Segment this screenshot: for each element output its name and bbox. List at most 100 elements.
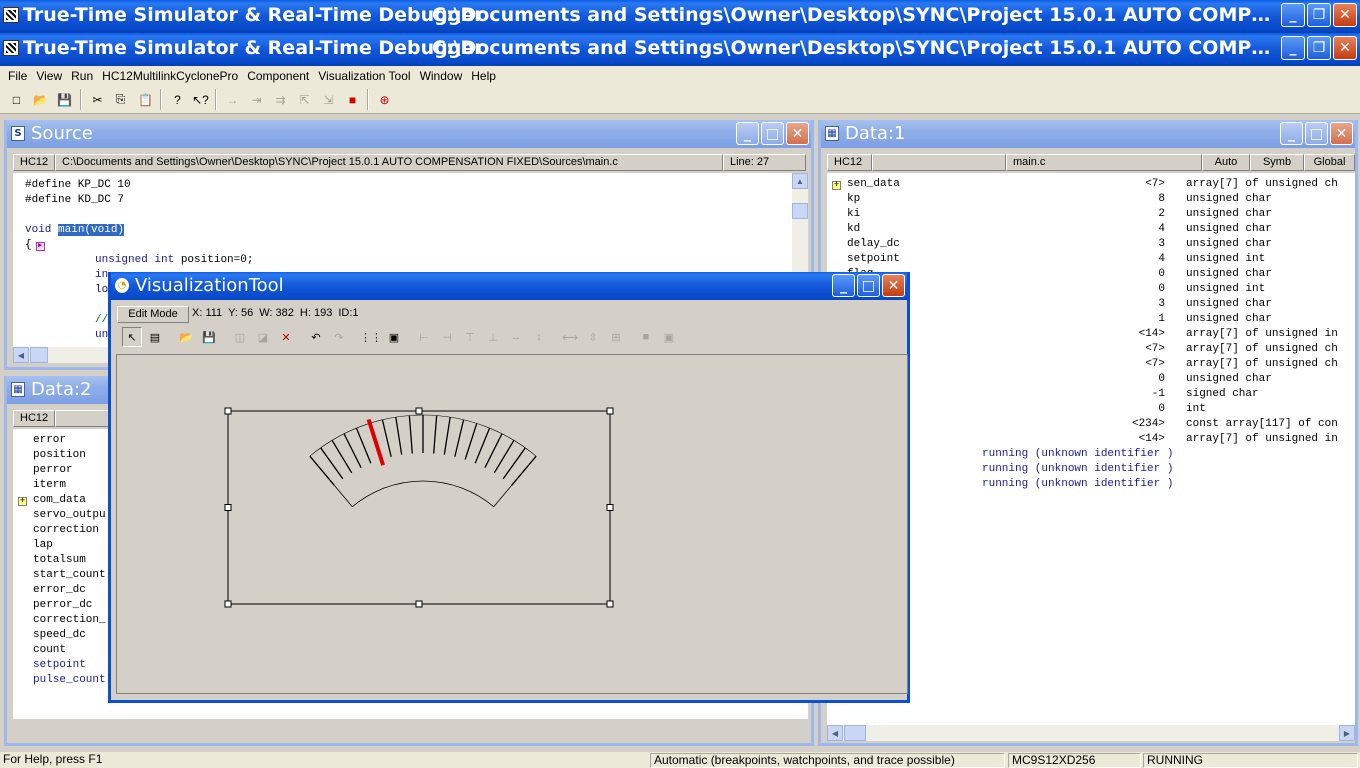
resize-handle[interactable]: [415, 407, 423, 415]
data1-variable-name[interactable]: sen_data: [847, 178, 900, 190]
data2-variable-row[interactable]: servo_outpu: [33, 509, 106, 521]
run-icon[interactable]: →: [222, 89, 243, 110]
paste-icon[interactable]: 📋: [135, 89, 156, 110]
maximize-button[interactable]: □: [857, 274, 880, 297]
single-step-icon[interactable]: ⇥: [246, 89, 267, 110]
align-top-icon[interactable]: ⊤: [460, 327, 480, 347]
minimize-button[interactable]: _: [1281, 3, 1305, 27]
center-h-icon[interactable]: ■: [636, 327, 656, 347]
scroll-thumb[interactable]: [792, 203, 808, 219]
delete-icon[interactable]: ✕: [276, 327, 296, 347]
redo-icon[interactable]: ↷: [329, 327, 349, 347]
data2-variable-row[interactable]: lap: [33, 539, 53, 551]
menu-hc12[interactable]: HC12MultilinkCyclonePro: [102, 69, 238, 83]
scroll-up-icon[interactable]: ▲: [792, 173, 808, 189]
data1-variable-name[interactable]: setpoint: [847, 253, 900, 265]
data2-variable-row[interactable]: perror: [33, 464, 73, 476]
data1-variable-name[interactable]: kd: [847, 223, 860, 235]
bring-front-icon[interactable]: ◫: [230, 327, 250, 347]
viz-title-bar[interactable]: ◔ VisualizationTool _ □ ✕: [111, 272, 907, 300]
reset-target-icon[interactable]: ⊛: [374, 89, 395, 110]
space-vertical-icon[interactable]: ↕: [529, 327, 549, 347]
menu-help[interactable]: Help: [471, 69, 496, 83]
same-height-icon[interactable]: ⇳: [583, 327, 603, 347]
copy-icon[interactable]: ⎘: [110, 89, 131, 110]
open-folder-icon[interactable]: 📂: [30, 89, 51, 110]
minimize-button[interactable]: _: [1280, 122, 1303, 145]
same-size-icon[interactable]: ⊞: [606, 327, 626, 347]
source-title-bar[interactable]: S Source _ □ ✕: [7, 120, 811, 148]
scroll-right-icon[interactable]: ▶: [1339, 725, 1355, 741]
data2-variable-row[interactable]: iterm: [33, 479, 66, 491]
scroll-thumb[interactable]: [844, 725, 866, 741]
data2-variable-row[interactable]: correction: [33, 524, 99, 536]
halt-icon[interactable]: ■: [342, 89, 363, 110]
maximize-button[interactable]: □: [1305, 122, 1328, 145]
grid-icon[interactable]: ⋮⋮: [360, 327, 382, 347]
app-title-bar[interactable]: True-Time Simulator & Real-Time Debugger…: [0, 0, 1360, 33]
data2-variable-row[interactable]: setpoint: [33, 659, 86, 671]
assembly-step-icon[interactable]: ⇲: [318, 89, 339, 110]
close-button[interactable]: ✕: [1333, 3, 1357, 27]
data2-variable-row[interactable]: start_count: [33, 569, 106, 581]
menu-view[interactable]: View: [36, 69, 62, 83]
new-file-icon[interactable]: □: [6, 89, 27, 110]
scroll-thumb[interactable]: [30, 347, 48, 363]
save-icon[interactable]: 💾: [54, 89, 75, 110]
data2-variable-row[interactable]: position: [33, 449, 86, 461]
breakpoint-marker-icon[interactable]: ▶: [35, 242, 45, 251]
data2-variable-row[interactable]: speed_dc: [33, 629, 86, 641]
undo-icon[interactable]: ↶: [306, 327, 326, 347]
restore-button[interactable]: ❐: [1307, 3, 1331, 27]
resize-handle[interactable]: [606, 504, 614, 511]
menu-run[interactable]: Run: [71, 69, 93, 83]
data2-variable-row[interactable]: correction_: [33, 614, 106, 626]
close-button[interactable]: ✕: [1330, 122, 1353, 145]
scroll-left-icon[interactable]: ◀: [827, 725, 843, 741]
select-pointer-icon[interactable]: ↖: [122, 327, 142, 347]
data1-variable-name[interactable]: ki: [847, 208, 860, 220]
selection-handles[interactable]: [224, 407, 614, 608]
save-icon[interactable]: 💾: [199, 327, 219, 347]
data1-format-symb[interactable]: Symb: [1250, 154, 1304, 171]
send-back-icon[interactable]: ◪: [253, 327, 273, 347]
restore-button[interactable]: ❐: [1307, 36, 1331, 60]
data2-variable-row[interactable]: perror_dc: [33, 599, 92, 611]
viz-edit-mode[interactable]: Edit Mode: [117, 306, 189, 323]
same-width-icon[interactable]: ⟷: [560, 327, 580, 347]
minimize-button[interactable]: _: [1281, 36, 1305, 60]
space-horizontal-icon[interactable]: ↔: [506, 327, 526, 347]
help-icon[interactable]: ?: [167, 89, 188, 110]
close-button[interactable]: ✕: [1333, 36, 1357, 60]
resize-handle[interactable]: [224, 600, 232, 608]
data2-variable-row[interactable]: count: [33, 644, 66, 656]
open-folder-icon[interactable]: 📂: [176, 327, 196, 347]
menu-window[interactable]: Window: [420, 69, 463, 83]
data2-variable-row[interactable]: totalsum: [33, 554, 86, 566]
resize-handle[interactable]: [415, 600, 423, 608]
data2-variable-row[interactable]: pulse_count: [33, 674, 106, 686]
center-v-icon[interactable]: ▣: [659, 327, 679, 347]
data1-mode-auto[interactable]: Auto: [1202, 154, 1250, 171]
align-left-icon[interactable]: ⊢: [414, 327, 434, 347]
cut-icon[interactable]: ✂: [87, 89, 108, 110]
resize-handle[interactable]: [224, 504, 232, 511]
data1-scope-global[interactable]: Global: [1304, 154, 1355, 171]
data1-title-bar[interactable]: ▦ Data:1 _ □ ✕: [821, 120, 1355, 148]
maximize-button[interactable]: □: [761, 122, 784, 145]
analog-gauge[interactable]: [117, 355, 907, 693]
snap-grid-icon[interactable]: ▣: [384, 327, 404, 347]
menu-file[interactable]: File: [8, 69, 27, 83]
minimize-button[interactable]: _: [832, 274, 855, 297]
resize-handle[interactable]: [224, 407, 232, 415]
data1-variable-name[interactable]: delay_dc: [847, 238, 900, 250]
menu-visualization-tool[interactable]: Visualization Tool: [318, 69, 410, 83]
data2-variable-row[interactable]: error_dc: [33, 584, 86, 596]
align-bottom-icon[interactable]: ⊥: [483, 327, 503, 347]
close-button[interactable]: ✕: [786, 122, 809, 145]
resize-handle[interactable]: [606, 600, 614, 608]
expand-icon[interactable]: +: [18, 497, 27, 506]
context-help-icon[interactable]: ↖?: [190, 89, 211, 110]
minimize-button[interactable]: _: [736, 122, 759, 145]
viz-canvas[interactable]: [116, 354, 908, 694]
